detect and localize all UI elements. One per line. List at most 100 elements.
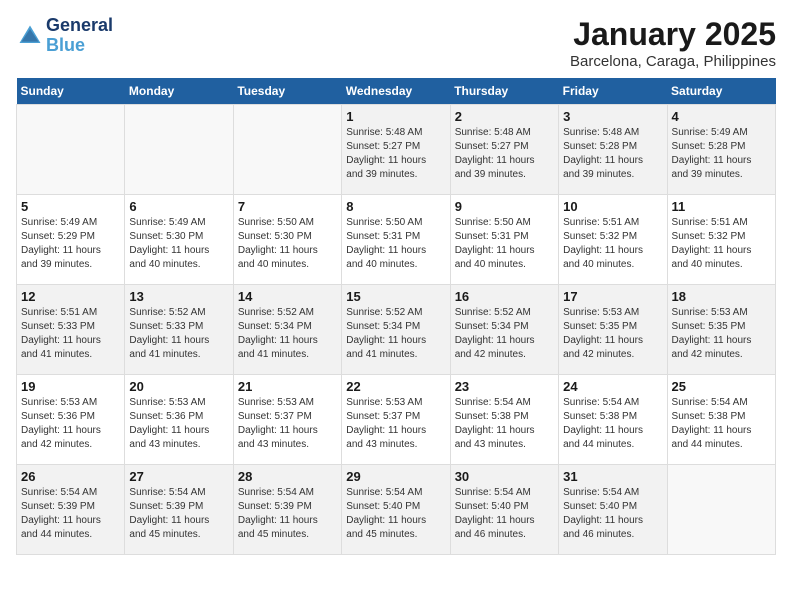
- day-number: 3: [563, 109, 662, 124]
- day-info: Sunrise: 5:52 AM Sunset: 5:34 PM Dayligh…: [238, 306, 337, 362]
- day-info: Sunrise: 5:48 AM Sunset: 5:27 PM Dayligh…: [346, 126, 445, 182]
- page-title: January 2025: [570, 16, 776, 53]
- day-info: Sunrise: 5:54 AM Sunset: 5:38 PM Dayligh…: [672, 396, 771, 452]
- calendar-table: SundayMondayTuesdayWednesdayThursdayFrid…: [16, 78, 776, 555]
- day-number: 14: [238, 289, 337, 304]
- day-info: Sunrise: 5:53 AM Sunset: 5:35 PM Dayligh…: [563, 306, 662, 362]
- day-number: 24: [563, 379, 662, 394]
- calendar-cell: 28 Sunrise: 5:54 AM Sunset: 5:39 PM Dayli…: [233, 465, 341, 555]
- day-info: Sunrise: 5:52 AM Sunset: 5:33 PM Dayligh…: [129, 306, 228, 362]
- calendar-cell: 30 Sunrise: 5:54 AM Sunset: 5:40 PM Dayli…: [450, 465, 558, 555]
- day-info: Sunrise: 5:48 AM Sunset: 5:27 PM Dayligh…: [455, 126, 554, 182]
- calendar-week-row: 5 Sunrise: 5:49 AM Sunset: 5:29 PM Daylig…: [17, 195, 776, 285]
- logo-text: General Blue: [46, 16, 113, 56]
- day-number: 20: [129, 379, 228, 394]
- day-info: Sunrise: 5:49 AM Sunset: 5:28 PM Dayligh…: [672, 126, 771, 182]
- day-number: 30: [455, 469, 554, 484]
- day-number: 17: [563, 289, 662, 304]
- day-info: Sunrise: 5:49 AM Sunset: 5:29 PM Dayligh…: [21, 216, 120, 272]
- day-number: 26: [21, 469, 120, 484]
- calendar-week-row: 26 Sunrise: 5:54 AM Sunset: 5:39 PM Dayli…: [17, 465, 776, 555]
- day-info: Sunrise: 5:53 AM Sunset: 5:37 PM Dayligh…: [346, 396, 445, 452]
- calendar-cell: 22 Sunrise: 5:53 AM Sunset: 5:37 PM Dayli…: [342, 375, 450, 465]
- day-number: 4: [672, 109, 771, 124]
- calendar-cell: 3 Sunrise: 5:48 AM Sunset: 5:28 PM Daylig…: [559, 105, 667, 195]
- day-number: 9: [455, 199, 554, 214]
- calendar-cell: [233, 105, 341, 195]
- calendar-cell: 15 Sunrise: 5:52 AM Sunset: 5:34 PM Dayli…: [342, 285, 450, 375]
- calendar-cell: 31 Sunrise: 5:54 AM Sunset: 5:40 PM Dayli…: [559, 465, 667, 555]
- day-number: 22: [346, 379, 445, 394]
- day-info: Sunrise: 5:54 AM Sunset: 5:38 PM Dayligh…: [455, 396, 554, 452]
- day-info: Sunrise: 5:53 AM Sunset: 5:36 PM Dayligh…: [129, 396, 228, 452]
- day-info: Sunrise: 5:52 AM Sunset: 5:34 PM Dayligh…: [455, 306, 554, 362]
- calendar-cell: 7Sunrise: 5:50 AM Sunset: 5:30 PM Daylig…: [233, 195, 341, 285]
- calendar-cell: 8 Sunrise: 5:50 AM Sunset: 5:31 PM Daylig…: [342, 195, 450, 285]
- day-number: 11: [672, 199, 771, 214]
- calendar-cell: 6 Sunrise: 5:49 AM Sunset: 5:30 PM Daylig…: [125, 195, 233, 285]
- day-info: Sunrise: 5:52 AM Sunset: 5:34 PM Dayligh…: [346, 306, 445, 362]
- day-number: 29: [346, 469, 445, 484]
- day-number: 18: [672, 289, 771, 304]
- day-info: Sunrise: 5:54 AM Sunset: 5:40 PM Dayligh…: [455, 486, 554, 542]
- column-header-sunday: Sunday: [17, 78, 125, 105]
- day-info: Sunrise: 5:54 AM Sunset: 5:39 PM Dayligh…: [21, 486, 120, 542]
- day-number: 7: [238, 199, 337, 214]
- column-header-thursday: Thursday: [450, 78, 558, 105]
- calendar-cell: 11Sunrise: 5:51 AM Sunset: 5:32 PM Dayli…: [667, 195, 775, 285]
- calendar-cell: [667, 465, 775, 555]
- day-info: Sunrise: 5:53 AM Sunset: 5:36 PM Dayligh…: [21, 396, 120, 452]
- column-header-tuesday: Tuesday: [233, 78, 341, 105]
- day-number: 1: [346, 109, 445, 124]
- calendar-week-row: 12 Sunrise: 5:51 AM Sunset: 5:33 PM Dayli…: [17, 285, 776, 375]
- calendar-cell: 4 Sunrise: 5:49 AM Sunset: 5:28 PM Daylig…: [667, 105, 775, 195]
- calendar-cell: [125, 105, 233, 195]
- calendar-cell: 14 Sunrise: 5:52 AM Sunset: 5:34 PM Dayli…: [233, 285, 341, 375]
- day-number: 13: [129, 289, 228, 304]
- day-number: 25: [672, 379, 771, 394]
- day-number: 21: [238, 379, 337, 394]
- calendar-cell: 10 Sunrise: 5:51 AM Sunset: 5:32 PM Dayli…: [559, 195, 667, 285]
- day-info: Sunrise: 5:50 AM Sunset: 5:31 PM Dayligh…: [455, 216, 554, 272]
- day-number: 12: [21, 289, 120, 304]
- day-number: 6: [129, 199, 228, 214]
- day-number: 8: [346, 199, 445, 214]
- day-number: 19: [21, 379, 120, 394]
- day-info: Sunrise: 5:50 AM Sunset: 5:31 PM Dayligh…: [346, 216, 445, 272]
- column-header-saturday: Saturday: [667, 78, 775, 105]
- calendar-cell: 2 Sunrise: 5:48 AM Sunset: 5:27 PM Daylig…: [450, 105, 558, 195]
- day-info: Sunrise: 5:51 AM Sunset: 5:32 PM Dayligh…: [563, 216, 662, 272]
- day-info: Sunrise: 5:54 AM Sunset: 5:40 PM Dayligh…: [563, 486, 662, 542]
- day-number: 15: [346, 289, 445, 304]
- day-info: Sunrise: 5:49 AM Sunset: 5:30 PM Dayligh…: [129, 216, 228, 272]
- day-info: Sunrise: 5:54 AM Sunset: 5:39 PM Dayligh…: [238, 486, 337, 542]
- day-number: 5: [21, 199, 120, 214]
- calendar-cell: 25 Sunrise: 5:54 AM Sunset: 5:38 PM Dayli…: [667, 375, 775, 465]
- calendar-week-row: 19 Sunrise: 5:53 AM Sunset: 5:36 PM Dayli…: [17, 375, 776, 465]
- page-subtitle: Barcelona, Caraga, Philippines: [570, 53, 776, 70]
- day-info: Sunrise: 5:51 AM Sunset: 5:33 PM Dayligh…: [21, 306, 120, 362]
- column-header-friday: Friday: [559, 78, 667, 105]
- calendar-cell: 27Sunrise: 5:54 AM Sunset: 5:39 PM Dayli…: [125, 465, 233, 555]
- calendar-cell: 9 Sunrise: 5:50 AM Sunset: 5:31 PM Daylig…: [450, 195, 558, 285]
- day-number: 31: [563, 469, 662, 484]
- calendar-header-row: SundayMondayTuesdayWednesdayThursdayFrid…: [17, 78, 776, 105]
- day-info: Sunrise: 5:54 AM Sunset: 5:39 PM Dayligh…: [129, 486, 228, 542]
- day-number: 28: [238, 469, 337, 484]
- calendar-cell: 20 Sunrise: 5:53 AM Sunset: 5:36 PM Dayli…: [125, 375, 233, 465]
- day-info: Sunrise: 5:53 AM Sunset: 5:37 PM Dayligh…: [238, 396, 337, 452]
- calendar-cell: [17, 105, 125, 195]
- day-info: Sunrise: 5:54 AM Sunset: 5:38 PM Dayligh…: [563, 396, 662, 452]
- calendar-cell: 18Sunrise: 5:53 AM Sunset: 5:35 PM Dayli…: [667, 285, 775, 375]
- day-info: Sunrise: 5:48 AM Sunset: 5:28 PM Dayligh…: [563, 126, 662, 182]
- calendar-cell: 13 Sunrise: 5:52 AM Sunset: 5:33 PM Dayli…: [125, 285, 233, 375]
- calendar-cell: 26 Sunrise: 5:54 AM Sunset: 5:39 PM Dayli…: [17, 465, 125, 555]
- day-number: 10: [563, 199, 662, 214]
- day-info: Sunrise: 5:54 AM Sunset: 5:40 PM Dayligh…: [346, 486, 445, 542]
- calendar-cell: 19 Sunrise: 5:53 AM Sunset: 5:36 PM Dayli…: [17, 375, 125, 465]
- day-number: 2: [455, 109, 554, 124]
- calendar-cell: 1 Sunrise: 5:48 AM Sunset: 5:27 PM Daylig…: [342, 105, 450, 195]
- column-header-wednesday: Wednesday: [342, 78, 450, 105]
- page-header: General Blue January 2025 Barcelona, Car…: [16, 16, 776, 70]
- day-number: 23: [455, 379, 554, 394]
